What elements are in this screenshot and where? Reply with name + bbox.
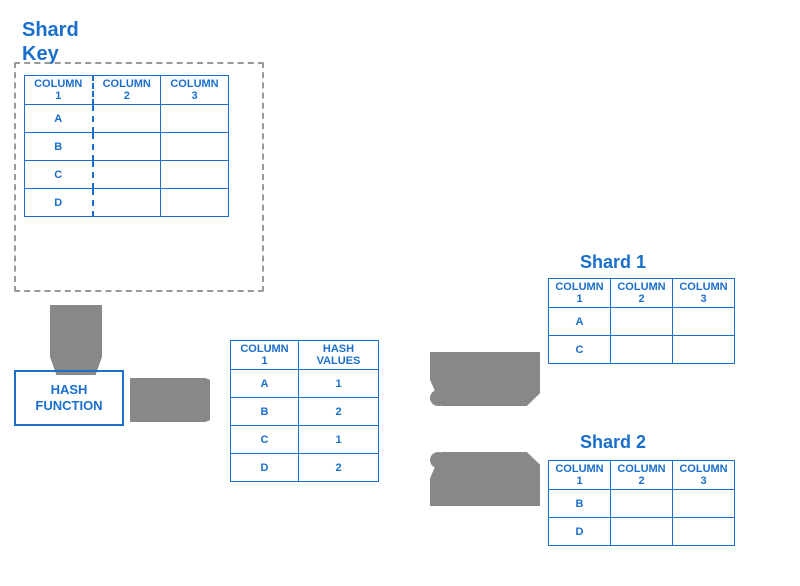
shard2-col1-header: COLUMN1 <box>549 461 611 490</box>
source-a-col3 <box>161 105 229 133</box>
source-col3-header: COLUMN3 <box>161 76 229 105</box>
shard2-row-d: D <box>549 518 735 546</box>
shard1-row-c: C <box>549 336 735 364</box>
source-col1-header: COLUMN1 <box>25 76 93 105</box>
shard2-d-col2 <box>611 518 673 546</box>
source-a-col1: A <box>25 105 93 133</box>
hash-a-col1: A <box>231 370 299 398</box>
shard2-b-col1: B <box>549 490 611 518</box>
arrow-down-icon <box>50 305 102 375</box>
shard1-col1-header: COLUMN1 <box>549 279 611 308</box>
source-row-a: A <box>25 105 229 133</box>
shard1-a-col2 <box>611 308 673 336</box>
hash-row-a: A 1 <box>231 370 379 398</box>
hash-b-col1: B <box>231 398 299 426</box>
shard2-col3-header: COLUMN3 <box>673 461 735 490</box>
arrow-to-shard2-icon <box>430 452 540 506</box>
source-d-col3 <box>161 189 229 217</box>
source-row-d: D <box>25 189 229 217</box>
shard1-table: COLUMN1 COLUMN2 COLUMN3 A C <box>548 278 735 364</box>
source-b-col1: B <box>25 133 93 161</box>
source-d-col1: D <box>25 189 93 217</box>
source-col2-header: COLUMN2 <box>93 76 161 105</box>
shard1-c-col3 <box>673 336 735 364</box>
source-a-col2 <box>93 105 161 133</box>
shard1-c-col2 <box>611 336 673 364</box>
source-c-col1: C <box>25 161 93 189</box>
shard1-c-col1: C <box>549 336 611 364</box>
source-b-col3 <box>161 133 229 161</box>
hash-values-header: HASHVALUES <box>299 341 379 370</box>
source-d-col2 <box>93 189 161 217</box>
hash-c-col1: C <box>231 426 299 454</box>
shard2-d-col3 <box>673 518 735 546</box>
hash-c-value: 1 <box>299 426 379 454</box>
shard1-col2-header: COLUMN2 <box>611 279 673 308</box>
hash-function-box: HASHFUNCTION <box>14 370 124 426</box>
hash-row-b: B 2 <box>231 398 379 426</box>
shard1-title: Shard 1 <box>580 252 646 273</box>
arrow-to-shard1-icon <box>430 352 540 406</box>
shard2-col2-header: COLUMN2 <box>611 461 673 490</box>
hash-a-value: 1 <box>299 370 379 398</box>
shard2-b-col3 <box>673 490 735 518</box>
source-row-b: B <box>25 133 229 161</box>
shard2-row-b: B <box>549 490 735 518</box>
hash-b-value: 2 <box>299 398 379 426</box>
hash-values-table: COLUMN1 HASHVALUES A 1 B 2 C 1 D 2 <box>230 340 379 482</box>
arrow-right-hash-icon <box>130 378 210 422</box>
shard2-title: Shard 2 <box>580 432 646 453</box>
hash-row-d: D 2 <box>231 454 379 482</box>
hash-d-col1: D <box>231 454 299 482</box>
hash-col1-header: COLUMN1 <box>231 341 299 370</box>
shard-key-title: ShardKey <box>22 18 79 66</box>
shard2-b-col2 <box>611 490 673 518</box>
source-row-c: C <box>25 161 229 189</box>
source-b-col2 <box>93 133 161 161</box>
shard2-table: COLUMN1 COLUMN2 COLUMN3 B D <box>548 460 735 546</box>
source-c-col3 <box>161 161 229 189</box>
hash-d-value: 2 <box>299 454 379 482</box>
source-c-col2 <box>93 161 161 189</box>
shard1-col3-header: COLUMN3 <box>673 279 735 308</box>
shard1-row-a: A <box>549 308 735 336</box>
hash-row-c: C 1 <box>231 426 379 454</box>
shard1-a-col1: A <box>549 308 611 336</box>
shard2-d-col1: D <box>549 518 611 546</box>
source-table: COLUMN1 COLUMN2 COLUMN3 A B C D <box>24 75 229 217</box>
shard1-a-col3 <box>673 308 735 336</box>
